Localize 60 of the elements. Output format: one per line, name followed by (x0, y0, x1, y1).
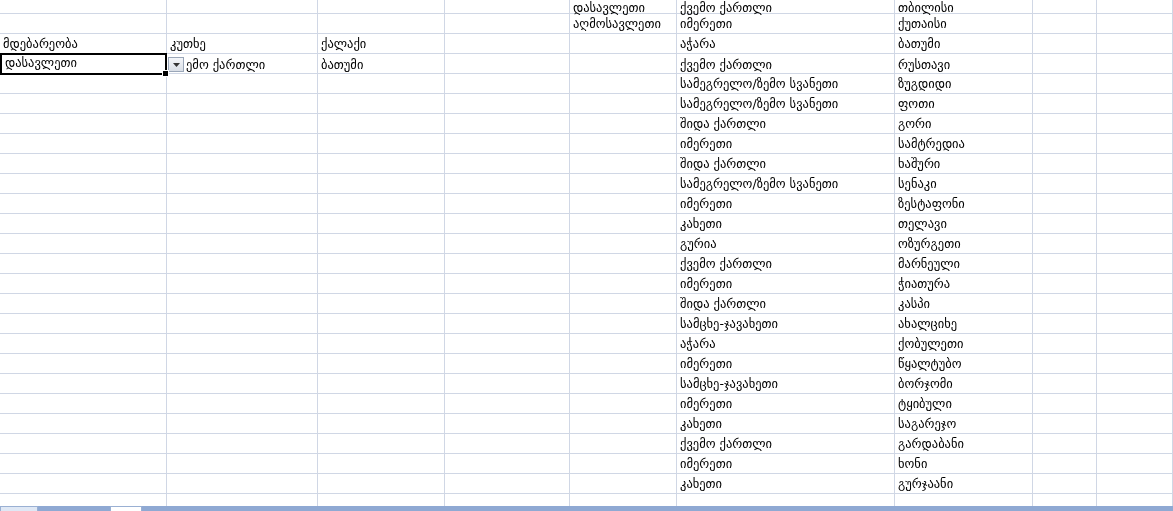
table-cell: ხონი (898, 456, 928, 472)
dropdown-button[interactable] (168, 57, 184, 72)
table-cell: ქობულეთი (898, 336, 964, 352)
table-cell: კახეთი (680, 416, 723, 432)
table-cell: ჭიათურა (898, 276, 951, 292)
table-cell: ბათუმი (321, 57, 364, 73)
table-cell: კახეთი (680, 476, 723, 492)
table-cell: ემო ქართლი (186, 57, 266, 73)
table-cell: იმერეთი (680, 276, 733, 292)
table-cell: კახეთი (680, 216, 723, 232)
table-cell: ზესტაფონი (898, 196, 965, 212)
table-cell: აჭარა (680, 36, 716, 52)
table-cell: იმერეთი (680, 136, 733, 152)
table-cell: იმერეთი (680, 196, 733, 212)
table-cell: კუთხე (170, 36, 206, 52)
table-cell: წყალტუბო (898, 356, 962, 372)
table-cell: ფოთი (898, 96, 935, 112)
table-cell: ბორჯომი (898, 376, 953, 392)
caret-icon (172, 62, 180, 67)
table-cell: თელავი (898, 216, 947, 232)
table-cell: იმერეთი (680, 16, 733, 32)
table-cell: სამცხე-ჯავახეთი (680, 376, 779, 392)
table-cell: სამცხე-ჯავახეთი (680, 316, 779, 332)
table-cell: შიდა ქართლი (680, 156, 766, 172)
table-cell: ქვემო ქართლი (680, 256, 772, 272)
table-cell: ქვემო ქართლი (680, 57, 772, 73)
table-cell: სამტრედია (898, 136, 965, 152)
table-cell: ბათუმი (898, 36, 941, 52)
table-cell: სენაკი (898, 176, 937, 192)
table-cell: იმერეთი (680, 456, 733, 472)
table-cell: ქალაქი (321, 36, 367, 52)
table-cell: აღმოსავლეთი (573, 16, 661, 32)
table-cell: გურია (680, 236, 717, 252)
table-cell: იმერეთი (680, 396, 733, 412)
table-cell: ქუთაისი (898, 16, 947, 32)
table-cell: ოზურგეთი (898, 236, 961, 252)
table-cell: იმერეთი (680, 356, 733, 372)
table-cell: საგარეჯო (898, 416, 957, 432)
table-cell: ქვემო ქართლი (680, 0, 772, 16)
fill-handle[interactable] (162, 70, 169, 77)
table-cell: მდებარეობა (3, 36, 78, 52)
table-cell: სამეგრელო/ზემო სვანეთი (680, 96, 839, 112)
table-cell: სამეგრელო/ზემო სვანეთი (680, 176, 839, 192)
table-cell: ქვემო ქართლი (680, 436, 772, 452)
table-cell: კასპი (898, 296, 931, 312)
table-cell: ზუგდიდი (898, 76, 952, 92)
table-cell: თბილისი (898, 0, 954, 16)
table-cell: ტყიბული (898, 396, 952, 412)
table-cell: დასავლეთი (573, 0, 645, 16)
table-cell: სამეგრელო/ზემო სვანეთი (680, 76, 839, 92)
table-cell: მარნეული (898, 256, 960, 272)
table-cell: გურჯაანი (898, 476, 954, 492)
table-cell: აჭარა (680, 336, 716, 352)
table-cell: ხაშური (898, 156, 941, 172)
table-cell: გორი (898, 116, 932, 132)
table-cell: შიდა ქართლი (680, 116, 766, 132)
table-cell: გარდაბანი (898, 436, 964, 452)
table-cell: ახალციხე (898, 316, 958, 332)
table-cell: შიდა ქართლი (680, 296, 766, 312)
table-cell: რუსთავი (898, 57, 951, 73)
